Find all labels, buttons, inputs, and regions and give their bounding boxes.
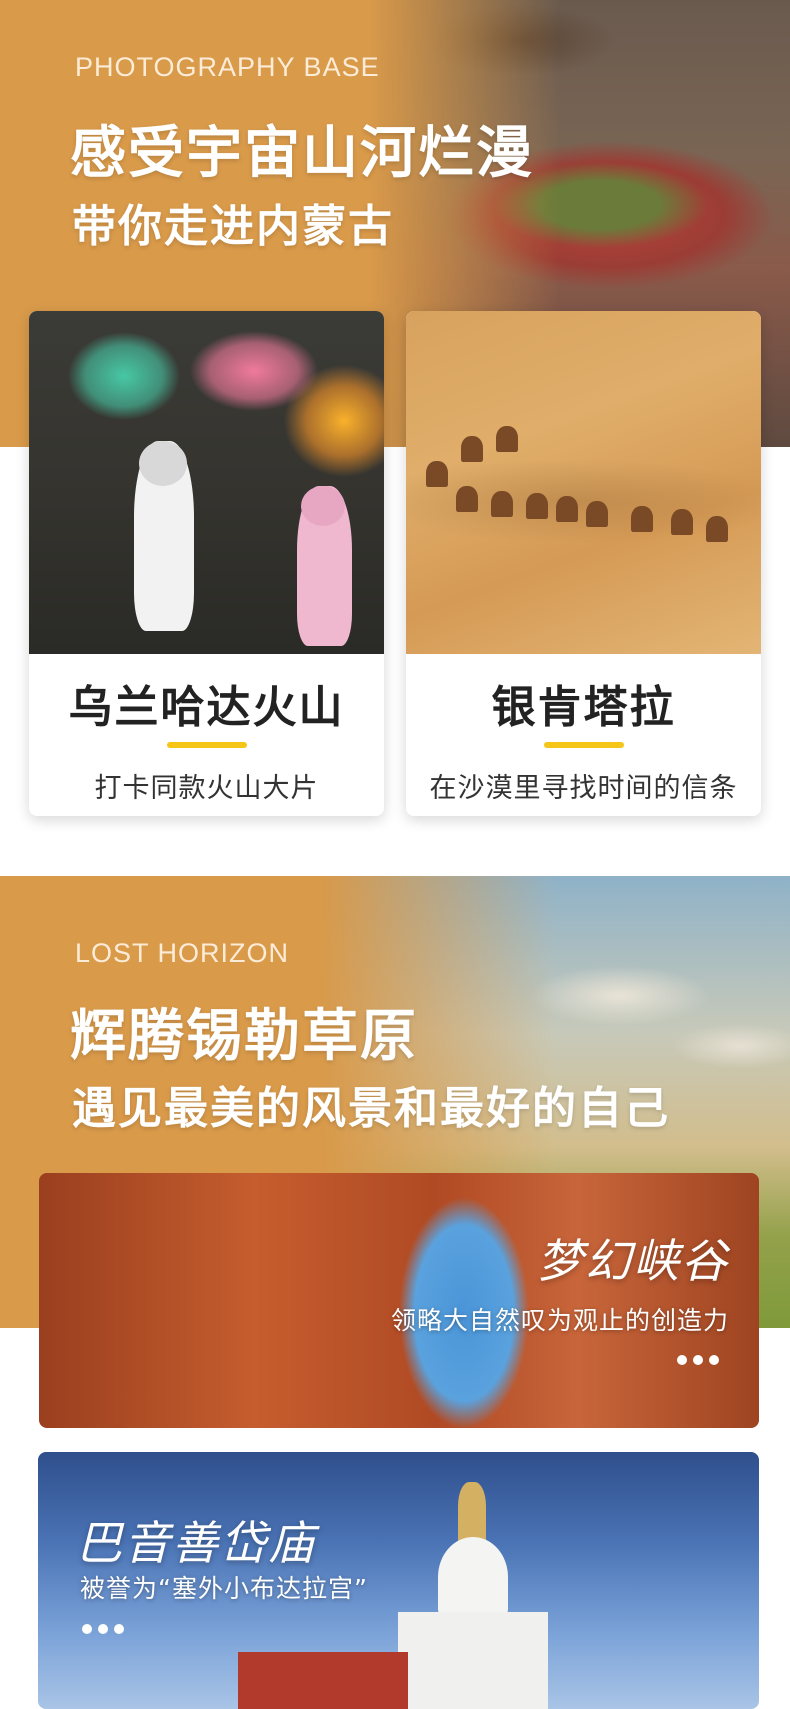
section1-title: 感受宇宙山河烂漫	[70, 120, 534, 186]
card-title: 乌兰哈达火山	[68, 682, 345, 733]
card-title: 银肯塔拉	[491, 682, 676, 733]
banner-bayinshandai-temple[interactable]: 巴音善岱庙 被誉为“塞外小布达拉宫”	[38, 1452, 759, 1709]
banner-subtitle: 领略大自然叹为观止的创造力	[390, 1306, 729, 1335]
stupa-base	[398, 1612, 548, 1709]
volcano-astronaut-photo	[29, 311, 384, 654]
banner-title: 梦幻峡谷	[537, 1234, 729, 1288]
banner-subtitle: 被誉为“塞外小布达拉宫”	[80, 1574, 368, 1603]
card-subtitle: 打卡同款火山大片	[94, 773, 319, 804]
accent-bar	[166, 742, 247, 748]
card-yinkentala[interactable]: 银肯塔拉 在沙漠里寻找时间的信条	[406, 311, 761, 816]
section2-subtitle: 遇见最美的风景和最好的自己	[72, 1083, 670, 1134]
banner-title: 巴音善岱庙	[76, 1516, 316, 1570]
card-wulanhada-volcano[interactable]: 乌兰哈达火山 打卡同款火山大片	[29, 311, 384, 816]
stupa-dome	[438, 1537, 508, 1617]
more-dots-icon[interactable]	[677, 1355, 719, 1365]
accent-bar	[543, 742, 624, 748]
section1-eyebrow: PHOTOGRAPHY BASE	[75, 52, 380, 82]
banner-dream-canyon[interactable]: 梦幻峡谷 领略大自然叹为观止的创造力	[39, 1173, 759, 1428]
section2-title: 辉腾锡勒草原	[70, 1003, 418, 1069]
card-subtitle: 在沙漠里寻找时间的信条	[429, 773, 738, 804]
section2-eyebrow: LOST HORIZON	[75, 938, 290, 968]
temple-roof	[238, 1652, 408, 1709]
stupa-spire	[458, 1482, 486, 1542]
desert-camel-caravan-photo	[406, 311, 761, 654]
section1-subtitle: 带你走进内蒙古	[72, 201, 394, 252]
more-dots-icon[interactable]	[82, 1624, 124, 1634]
